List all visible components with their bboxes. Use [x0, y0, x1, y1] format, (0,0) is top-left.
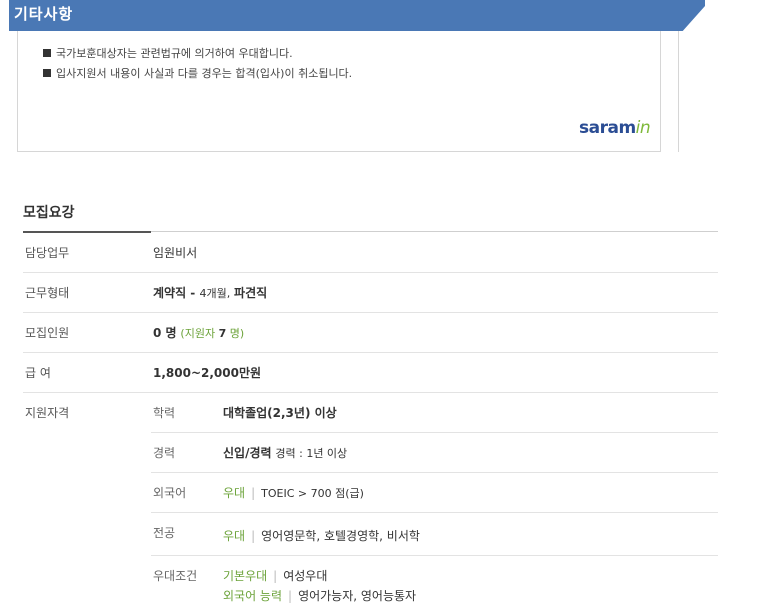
language-label: 외국어 — [153, 486, 187, 500]
section-title: 모집요강 — [23, 205, 75, 221]
career-label: 경력 — [153, 446, 176, 460]
headcount-value: 0 명 (지원자 7 명) — [153, 326, 245, 340]
education-value: 대학졸업(2,3년) 이상 — [223, 406, 337, 420]
headcount-label: 모집인원 — [25, 326, 70, 340]
sub-row-divider — [151, 472, 718, 473]
sub-row-divider — [151, 432, 718, 433]
major-label: 전공 — [153, 526, 176, 540]
row-divider — [23, 352, 718, 353]
row-divider — [23, 272, 718, 273]
notice-item: 국가보훈대상자는 관련법규에 의거하여 우대합니다. — [43, 45, 293, 61]
salary-value: 1,800~2,000만원 — [153, 366, 262, 380]
employment-label: 근무형태 — [25, 286, 70, 300]
notice-header — [9, 0, 705, 31]
education-label: 학력 — [153, 406, 176, 420]
square-bullet-icon — [43, 69, 51, 77]
language-value: 우대 | TOEIC > 700 점(급) — [223, 486, 364, 500]
employment-value: 계약직 - 4개월, 파견직 — [153, 286, 268, 300]
row-divider — [23, 392, 718, 393]
duty-label: 담당업무 — [25, 246, 70, 260]
preference-label: 우대조건 — [153, 569, 198, 583]
sub-row-divider — [151, 555, 718, 556]
notice-title: 기타사항 — [14, 5, 74, 23]
row-divider — [23, 312, 718, 313]
preference-basic: 기본우대 | 여성우대 — [223, 569, 328, 583]
preference-language: 외국어 능력 | 영어가능자, 영어능통자 — [223, 589, 417, 603]
applicant-count: (지원자 7 명) — [180, 327, 245, 340]
sub-row-divider — [151, 512, 718, 513]
duty-value: 임원비서 — [153, 246, 198, 260]
career-value: 신입/경력 경력 : 1년 이상 — [223, 446, 348, 460]
square-bullet-icon — [43, 49, 51, 57]
saramin-logo[interactable]: saramin — [579, 118, 651, 138]
notice-item: 입사지원서 내용이 사실과 다를 경우는 합격(입사)이 취소됩니다. — [43, 65, 352, 81]
title-rule-accent — [23, 231, 151, 233]
major-value: 우대 | 영어영문학, 호텔경영학, 비서학 — [223, 529, 420, 543]
salary-label: 급 여 — [25, 366, 51, 380]
qualification-label: 지원자격 — [25, 406, 70, 420]
